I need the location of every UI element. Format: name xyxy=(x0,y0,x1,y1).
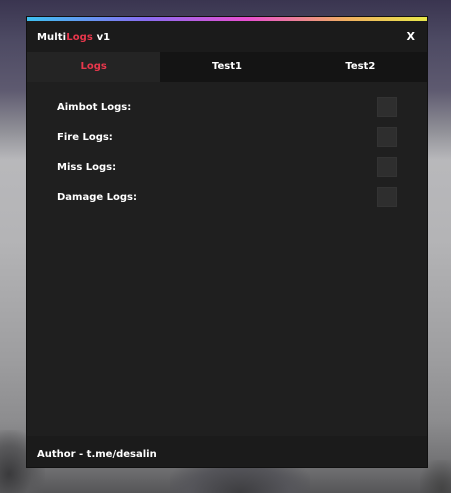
tab-test2[interactable]: Test2 xyxy=(294,52,427,82)
option-row-fire-logs: Fire Logs: xyxy=(27,127,427,148)
option-row-aimbot-logs: Aimbot Logs: xyxy=(27,97,427,118)
damage-logs-label: Damage Logs: xyxy=(57,192,137,203)
miss-logs-checkbox[interactable] xyxy=(377,157,397,177)
fire-logs-checkbox[interactable] xyxy=(377,127,397,147)
aimbot-logs-label: Aimbot Logs: xyxy=(57,102,132,113)
title-bar[interactable]: MultiLogs v1 X xyxy=(27,21,427,52)
fire-logs-label: Fire Logs: xyxy=(57,132,113,143)
damage-logs-checkbox[interactable] xyxy=(377,187,397,207)
aimbot-logs-checkbox[interactable] xyxy=(377,97,397,117)
close-button[interactable]: X xyxy=(407,30,415,43)
logs-panel: Aimbot Logs: Fire Logs: Miss Logs: Damag… xyxy=(27,82,427,436)
tab-bar: Logs Test1 Test2 xyxy=(27,52,427,82)
tab-test1[interactable]: Test1 xyxy=(160,52,293,82)
option-row-miss-logs: Miss Logs: xyxy=(27,157,427,178)
title-prefix: Multi xyxy=(37,32,67,43)
title-suffix: v1 xyxy=(92,32,111,43)
option-row-damage-logs: Damage Logs: xyxy=(27,187,427,208)
miss-logs-label: Miss Logs: xyxy=(57,162,117,173)
footer: Author - t.me/desalin xyxy=(27,438,427,467)
author-credit: Author - t.me/desalin xyxy=(37,449,157,460)
window-title: MultiLogs v1 xyxy=(37,32,110,43)
tab-logs[interactable]: Logs xyxy=(27,52,161,82)
title-accent: Logs xyxy=(66,32,93,43)
multilogs-window: MultiLogs v1 X Logs Test1 Test2 Aimbot L… xyxy=(27,17,427,467)
